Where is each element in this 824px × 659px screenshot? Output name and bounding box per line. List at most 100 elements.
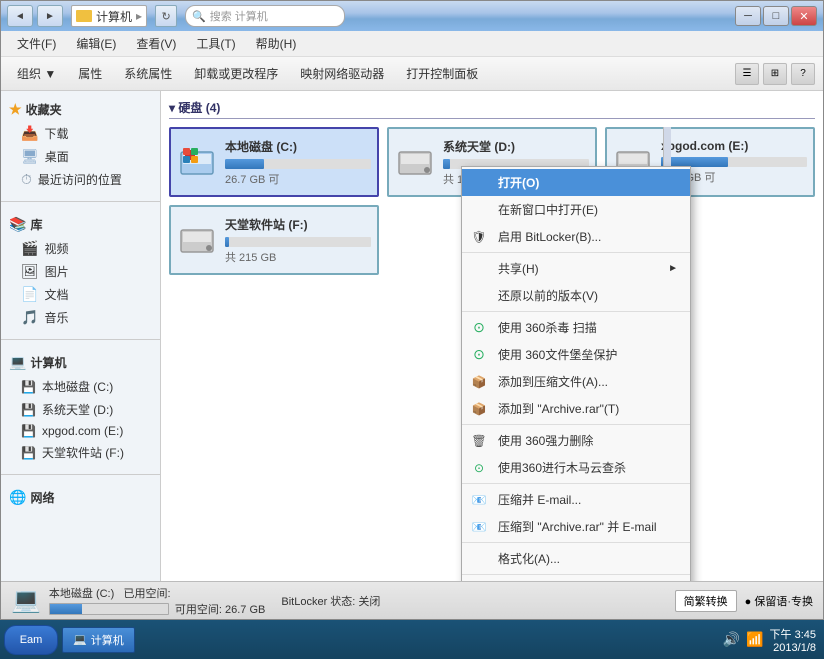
computer-section: 💻 计算机 💾 本地磁盘 (C:) 💾 系统天堂 (D:) 💾 xpgod.co… [1,344,160,470]
address-text: 计算机 [96,8,132,25]
sidebar-drive-e-label: xpgod.com (E:) [42,424,123,438]
toolbar: 组织 ▼ 属性 系统属性 卸载或更改程序 映射网络驱动器 打开控制面板 ☰ ⊞ … [1,57,823,91]
ctx-copy[interactable]: 复制(C) [462,577,690,581]
drive-c-name: 本地磁盘 (C:) [225,138,371,155]
sidebar-desktop-label: 桌面 [45,148,69,165]
recent-icon: ⏱ [21,171,32,188]
drive-c-item[interactable]: 本地磁盘 (C:) 26.7 GB 可 [169,127,379,197]
task-computer-label: 计算机 [91,632,124,648]
start-label: Eam [20,634,43,646]
menu-tools[interactable]: 工具(T) [188,33,243,54]
drive-d-name: 系统天堂 (D:) [443,138,589,155]
sidebar-item-drive-e[interactable]: 💾 xpgod.com (E:) [1,421,160,441]
search-icon: 🔍 [192,10,206,23]
back-button[interactable]: ◄ [7,5,33,27]
start-button[interactable]: Eam [4,625,58,655]
sidebar-item-drive-d[interactable]: 💾 系统天堂 (D:) [1,398,160,421]
view-toggle-button[interactable]: ☰ [735,63,759,85]
ctx-360-delete[interactable]: 🗑 使用 360强力删除 [462,427,690,454]
sidebar-item-recent[interactable]: ⏱ 最近访问的位置 [1,168,160,191]
sidebar-item-music[interactable]: 🎵 音乐 [1,306,160,329]
sidebar-item-desktop[interactable]: 🖥 桌面 [1,145,160,168]
ctx-360-protect[interactable]: ⊙ 使用 360文件堡垒保护 [462,341,690,368]
ctx-restore-previous[interactable]: 还原以前的版本(V) [462,282,690,309]
refresh-button[interactable]: ↻ [155,5,177,27]
drive-e-icon: 💾 [21,424,36,438]
restore-icon [470,287,488,305]
ctx-share[interactable]: 共享(H) ► [462,255,690,282]
sidebar-item-pictures[interactable]: 🖼 图片 [1,260,160,283]
status-bar-fill [50,604,82,614]
help-button[interactable]: ? [791,63,815,85]
lang-radio-1[interactable]: ● 保留语·专换 [745,593,813,609]
drive-f-bar-bg [225,237,371,247]
harddisk-section-label: 硬盘 (4) [178,101,220,115]
drive-f-name: 天堂软件站 (F:) [225,216,371,233]
favorites-section: ★ 收藏夹 📥 下载 🖥 桌面 ⏱ 最近访问的位置 [1,91,160,197]
status-drive-details: 本地磁盘 (C:) 已用空间: 可用空间: 26.7 GB [49,585,265,617]
address-bar[interactable]: 计算机 ▸ [71,5,147,27]
sidebar-drive-f-label: 天堂软件站 (F:) [42,444,124,461]
ctx-open-new-window[interactable]: 在新窗口中打开(E) [462,196,690,223]
360-scan-icon: ⊙ [470,319,488,337]
menu-edit[interactable]: 编辑(E) [68,33,124,54]
maximize-button[interactable]: □ [763,6,789,26]
drive-f-item[interactable]: 天堂软件站 (F:) 共 215 GB [169,205,379,275]
sidebar-divider-3 [1,474,160,475]
sidebar-item-video[interactable]: 🎬 视频 [1,237,160,260]
ctx-bitlocker[interactable]: 🛡 启用 BitLocker(B)... [462,223,690,250]
sidebar: ★ 收藏夹 📥 下载 🖥 桌面 ⏱ 最近访问的位置 [1,91,161,581]
lang-btn-1[interactable]: 简繁转换 [675,590,737,612]
content-area: ▾ 硬盘 (4) [161,91,823,581]
toolbar-organize[interactable]: 组织 ▼ [9,62,64,85]
ctx-compress-add[interactable]: 📦 添加到压缩文件(A)... [462,368,690,395]
status-free-label: 可用空间: 26.7 GB [175,601,265,617]
library-header: 📚 库 [1,212,160,237]
minimize-button[interactable]: ─ [735,6,761,26]
360-trojan-icon: ⊙ [470,459,488,477]
menu-file[interactable]: 文件(F) [9,33,64,54]
network-icon: 🌐 [9,489,26,506]
ctx-sep-5 [462,542,690,543]
toolbar-control-panel[interactable]: 打开控制面板 [398,62,486,85]
close-button[interactable]: ✕ [791,6,817,26]
new-window-icon [470,201,488,219]
sidebar-item-download[interactable]: 📥 下载 [1,122,160,145]
sidebar-item-drive-c[interactable]: 💾 本地磁盘 (C:) [1,375,160,398]
ctx-open[interactable]: 打开(O) [462,169,690,196]
sidebar-music-label: 音乐 [44,309,68,326]
share-icon [470,260,488,278]
ctx-compress-archive[interactable]: 📦 添加到 "Archive.rar"(T) [462,395,690,422]
sidebar-video-label: 视频 [44,240,68,257]
toolbar-map-drive[interactable]: 映射网络驱动器 [292,62,392,85]
taskbar: Eam 💻 计算机 🔊 📶 下午 3:45 2013/1/8 [0,620,824,659]
menu-help[interactable]: 帮助(H) [248,33,305,54]
menu-view[interactable]: 查看(V) [128,33,184,54]
toolbar-system-props[interactable]: 系统属性 [116,62,180,85]
ctx-360-trojan[interactable]: ⊙ 使用360进行木马云查杀 [462,454,690,481]
sidebar-divider-1 [1,201,160,202]
task-computer-button[interactable]: 💻 计算机 [62,627,135,653]
tray-icon-2[interactable]: 📶 [746,631,763,648]
drive-f-info: 天堂软件站 (F:) 共 215 GB [225,216,371,265]
ctx-sep-4 [462,483,690,484]
drive-c-size: 26.7 GB 可 [225,171,371,187]
clock-date: 2013/1/8 [770,642,816,654]
forward-button[interactable]: ► [37,5,63,27]
sidebar-item-drive-f[interactable]: 💾 天堂软件站 (F:) [1,441,160,464]
ctx-compress-archive-email[interactable]: 📧 压缩到 "Archive.rar" 并 E-mail [462,513,690,540]
toolbar-uninstall[interactable]: 卸载或更改程序 [186,62,286,85]
favorites-header: ★ 收藏夹 [1,97,160,122]
toolbar-properties[interactable]: 属性 [70,62,110,85]
tray-icon-1[interactable]: 🔊 [723,631,740,648]
format-icon [470,550,488,568]
ctx-360-scan[interactable]: ⊙ 使用 360杀毒 扫描 [462,314,690,341]
view-details-button[interactable]: ⊞ [763,63,787,85]
ctx-compress-email[interactable]: 📧 压缩并 E-mail... [462,486,690,513]
search-bar[interactable]: 🔍 搜索 计算机 [185,5,345,27]
ctx-format[interactable]: 格式化(A)... [462,545,690,572]
sidebar-item-documents[interactable]: 📄 文档 [1,283,160,306]
drive-c-info: 本地磁盘 (C:) 26.7 GB 可 [225,138,371,187]
search-placeholder: 搜索 计算机 [210,8,268,24]
sidebar-drive-c-label: 本地磁盘 (C:) [42,378,113,395]
